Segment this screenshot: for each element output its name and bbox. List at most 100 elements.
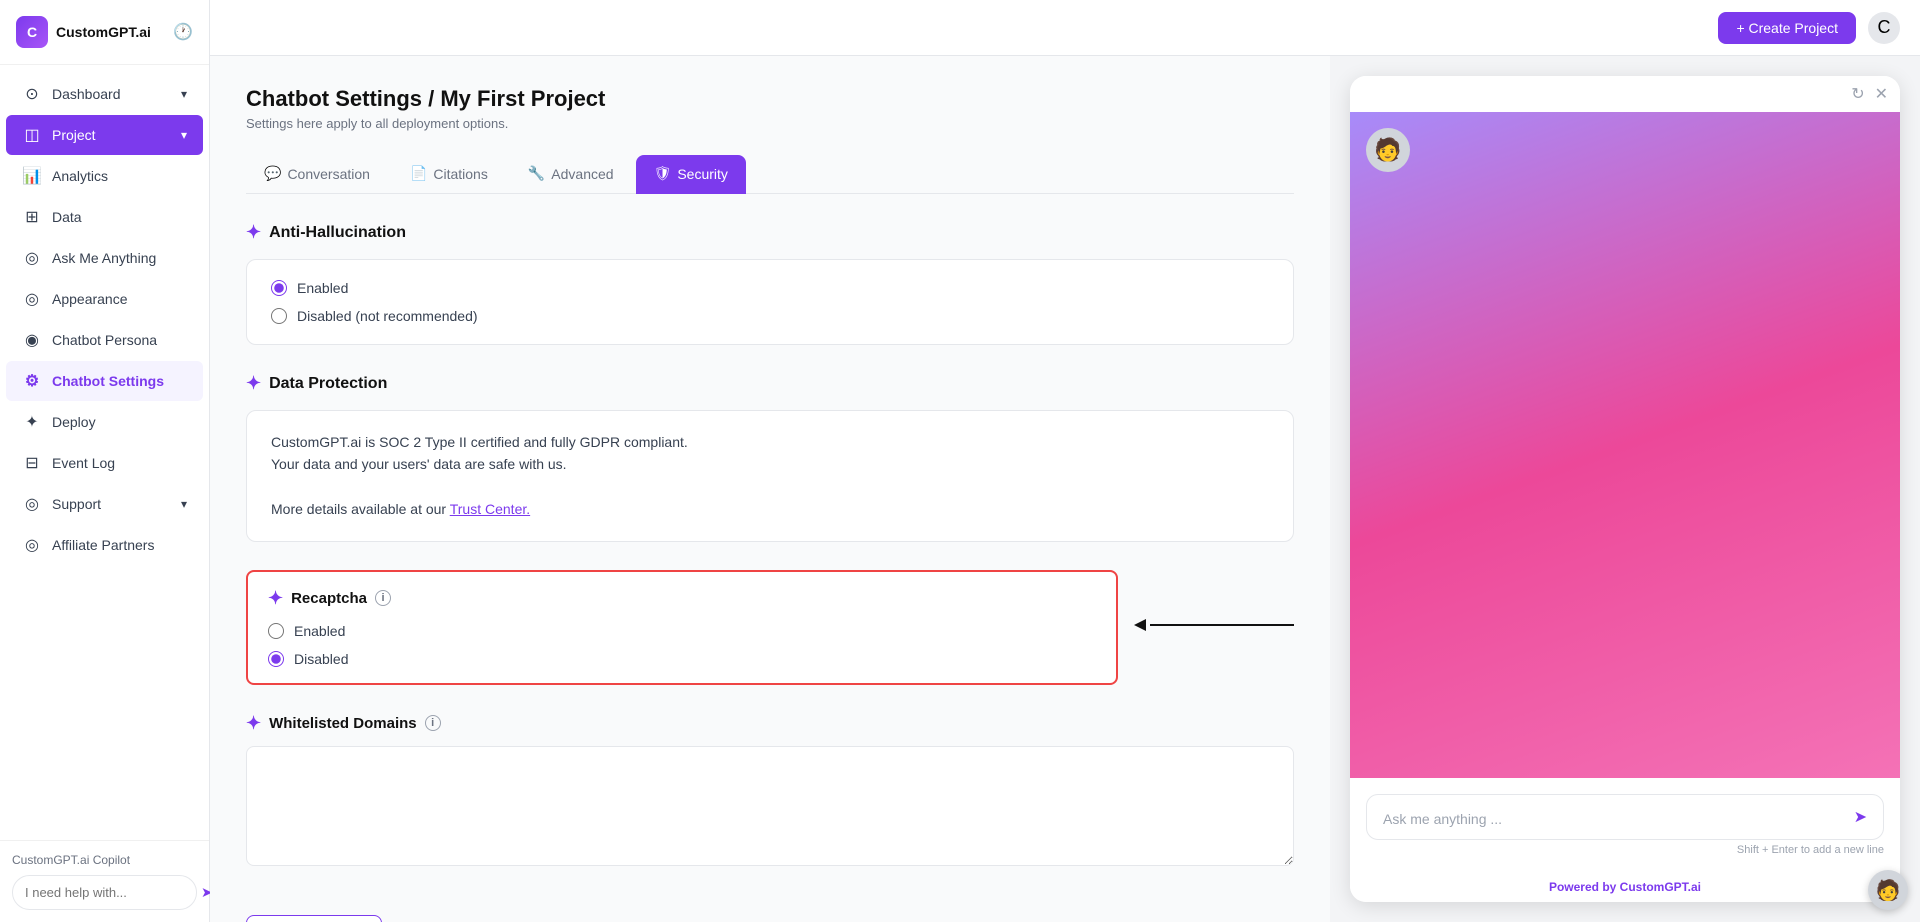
recaptcha-disabled-radio[interactable] xyxy=(268,651,284,667)
whitelisted-info-icon[interactable]: i xyxy=(425,715,441,731)
copilot-input-wrapper: ➤ xyxy=(12,875,197,910)
arrow-annotation xyxy=(1134,570,1294,650)
preview-input-area: Ask me anything ... ➤ Shift + Enter to a… xyxy=(1350,778,1900,872)
recaptcha-enabled[interactable]: Enabled xyxy=(268,623,1096,639)
sidebar-nav: ⊙ Dashboard ▾ ◫ Project ▾ 📊 Analytics ⊞ … xyxy=(0,65,209,840)
chevron-down-icon: ▾ xyxy=(181,128,187,142)
tab-advanced[interactable]: 🔧 Advanced xyxy=(510,155,632,194)
sidebar-item-label: Support xyxy=(52,496,101,512)
sidebar-item-project[interactable]: ◫ Project ▾ xyxy=(6,115,203,155)
anti-hallucination-icon: ✦ xyxy=(246,222,261,243)
anti-hallucination-enabled[interactable]: Enabled xyxy=(271,280,1269,296)
save-settings-button[interactable]: Save Settings xyxy=(246,915,382,922)
section-title-text: Data Protection xyxy=(269,375,387,393)
tab-conversation[interactable]: 💬 Conversation xyxy=(246,155,388,194)
content-area: Chatbot Settings / My First Project Sett… xyxy=(210,56,1920,922)
sidebar-item-affiliate-partners[interactable]: ◎ Affiliate Partners xyxy=(6,525,203,565)
copilot-label: CustomGPT.ai Copilot xyxy=(12,853,197,867)
settings-icon: ⚙ xyxy=(22,371,42,391)
anti-hallucination-title: ✦ Anti-Hallucination xyxy=(246,222,1294,243)
main-wrapper: + Create Project C Chatbot Settings / My… xyxy=(210,0,1920,922)
tab-label: Conversation xyxy=(287,166,370,182)
close-icon[interactable]: ✕ xyxy=(1875,84,1888,104)
data-protection-box: CustomGPT.ai is SOC 2 Type II certified … xyxy=(246,410,1294,542)
dashboard-icon: ⊙ xyxy=(22,84,42,104)
data-protection-section: ✦ Data Protection CustomGPT.ai is SOC 2 … xyxy=(246,373,1294,542)
tabs: 💬 Conversation 📄 Citations 🔧 Advanced 🛡 … xyxy=(246,155,1294,194)
preview-panel: ↻ ✕ 🧑 Ask me anything ... ➤ Shift + Ente… xyxy=(1330,56,1920,922)
preview-send-icon[interactable]: ➤ xyxy=(1854,807,1867,827)
recaptcha-enabled-radio[interactable] xyxy=(268,623,284,639)
sidebar-item-label: Ask Me Anything xyxy=(52,250,156,266)
clock-icon[interactable]: 🕐 xyxy=(173,22,193,42)
arrow-svg xyxy=(1134,615,1294,635)
topbar-avatar: C xyxy=(1868,12,1900,44)
copilot-input[interactable] xyxy=(25,885,201,900)
page-subtitle: Settings here apply to all deployment op… xyxy=(246,116,1294,131)
whitelisted-domains-section: ✦ Whitelisted Domains i xyxy=(246,713,1294,871)
tab-citations[interactable]: 📄 Citations xyxy=(392,155,506,194)
sidebar-item-data[interactable]: ⊞ Data xyxy=(6,197,203,237)
sidebar-item-ask-me-anything[interactable]: ◎ Ask Me Anything xyxy=(6,238,203,278)
sidebar-item-chatbot-persona[interactable]: ◉ Chatbot Persona xyxy=(6,320,203,360)
preview-hint: Shift + Enter to add a new line xyxy=(1366,844,1884,856)
logo-text: CustomGPT.ai xyxy=(56,24,151,40)
whitelisted-domains-textarea[interactable] xyxy=(246,746,1294,866)
chevron-down-icon: ▾ xyxy=(181,497,187,511)
anti-hallucination-enabled-radio[interactable] xyxy=(271,280,287,296)
sidebar-item-appearance[interactable]: ◎ Appearance xyxy=(6,279,203,319)
sidebar-logo: C CustomGPT.ai 🕐 xyxy=(0,0,209,65)
data-protection-description: CustomGPT.ai is SOC 2 Type II certified … xyxy=(271,431,1269,521)
recaptcha-disabled[interactable]: Disabled xyxy=(268,651,1096,667)
refresh-icon[interactable]: ↻ xyxy=(1851,84,1864,104)
sidebar-item-chatbot-settings[interactable]: ⚙ Chatbot Settings xyxy=(6,361,203,401)
data-icon: ⊞ xyxy=(22,207,42,227)
tab-label: Advanced xyxy=(551,166,613,182)
topbar: + Create Project C xyxy=(210,0,1920,56)
chevron-down-icon: ▾ xyxy=(181,87,187,101)
preview-chat-area: 🧑 xyxy=(1350,112,1900,778)
trust-center-link[interactable]: Trust Center. xyxy=(450,501,530,517)
advanced-tab-icon: 🔧 xyxy=(528,165,545,182)
sidebar-item-label: Project xyxy=(52,127,96,143)
conversation-tab-icon: 💬 xyxy=(264,165,281,182)
anti-hallucination-disabled-radio[interactable] xyxy=(271,308,287,324)
sidebar-item-analytics[interactable]: 📊 Analytics xyxy=(6,156,203,196)
data-protection-title: ✦ Data Protection xyxy=(246,373,1294,394)
deploy-icon: ✦ xyxy=(22,412,42,432)
section-title-text: Anti-Hallucination xyxy=(269,224,406,242)
sidebar-item-label: Data xyxy=(52,209,82,225)
create-project-button[interactable]: + Create Project xyxy=(1718,12,1856,44)
tab-security[interactable]: 🛡 Security xyxy=(636,155,746,194)
anti-hallucination-box: Enabled Disabled (not recommended) xyxy=(246,259,1294,345)
anti-hallucination-section: ✦ Anti-Hallucination Enabled Disabled (n… xyxy=(246,222,1294,345)
data-protection-icon: ✦ xyxy=(246,373,261,394)
sidebar-item-event-log[interactable]: ⊟ Event Log xyxy=(6,443,203,483)
powered-by-text: Powered by xyxy=(1549,880,1620,894)
bottom-right-avatar[interactable]: 🧑 xyxy=(1868,870,1908,910)
recaptcha-title-text: Recaptcha xyxy=(291,590,367,607)
whitelisted-domains-title: ✦ Whitelisted Domains i xyxy=(246,713,1294,734)
sidebar-item-label: Chatbot Settings xyxy=(52,373,164,389)
preview-bot-avatar: 🧑 xyxy=(1366,128,1410,172)
sidebar-item-label: Analytics xyxy=(52,168,108,184)
recaptcha-info-icon[interactable]: i xyxy=(375,590,391,606)
recaptcha-disabled-label: Disabled xyxy=(294,651,348,667)
sidebar-item-label: Event Log xyxy=(52,455,115,471)
sidebar-item-label: Appearance xyxy=(52,291,128,307)
preview-input-box: Ask me anything ... ➤ xyxy=(1366,794,1884,840)
anti-hallucination-disabled[interactable]: Disabled (not recommended) xyxy=(271,308,1269,324)
recaptcha-section: ✦ Recaptcha i Enabled xyxy=(246,570,1294,685)
preview-input-placeholder: Ask me anything ... xyxy=(1383,811,1502,827)
sidebar-item-dashboard[interactable]: ⊙ Dashboard ▾ xyxy=(6,74,203,114)
recaptcha-section-icon: ✦ xyxy=(268,588,283,609)
sidebar-item-deploy[interactable]: ✦ Deploy xyxy=(6,402,203,442)
security-tab-icon: 🛡 xyxy=(654,165,672,182)
anti-hallucination-disabled-label: Disabled (not recommended) xyxy=(297,308,478,324)
sidebar-copilot: CustomGPT.ai Copilot ➤ xyxy=(0,840,209,922)
anti-hallucination-radio-group: Enabled Disabled (not recommended) xyxy=(271,280,1269,324)
recaptcha-title: ✦ Recaptcha i xyxy=(268,588,1096,609)
sidebar-item-support[interactable]: ◎ Support ▾ xyxy=(6,484,203,524)
page-title: Chatbot Settings / My First Project xyxy=(246,86,1294,112)
tab-label: Citations xyxy=(433,166,487,182)
